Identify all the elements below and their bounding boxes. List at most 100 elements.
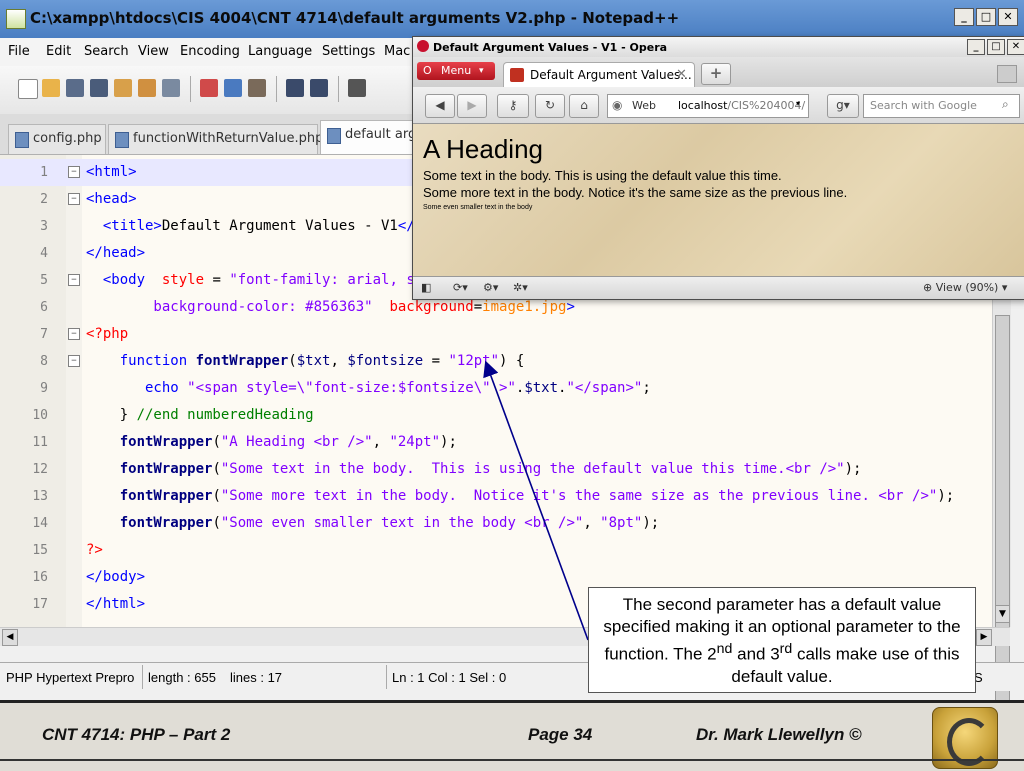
chevron-down-icon[interactable]: ▾ [796,99,800,108]
search-icon[interactable]: ⌕ [1002,97,1009,112]
callout-sup-1: nd [716,641,733,657]
new-tab-button[interactable]: + [701,63,731,85]
menu-file[interactable]: File [8,44,30,59]
code-token: Default Argument Values - V1 [161,218,398,234]
scroll-down-arrow[interactable]: ▼ [995,605,1010,623]
menu-view[interactable]: View [138,44,169,59]
code-token: ( [212,515,221,531]
page-heading: A Heading [423,134,543,164]
annotation-callout: The second parameter has a default value… [588,587,976,693]
back-icon[interactable]: ◀ [425,94,455,118]
fold-toggle-icon[interactable]: − [68,193,80,205]
fold-toggle-icon[interactable]: − [68,328,80,340]
key-icon[interactable]: ⚷ [497,94,529,118]
opera-menu-button[interactable]: O Menu ▾ [417,62,495,80]
status-separator [386,665,387,689]
menu-language[interactable]: Language [248,44,312,59]
cut-icon[interactable] [200,79,218,97]
fold-toggle-icon[interactable]: − [68,274,80,286]
code-text: <head> [86,186,137,213]
close-tab-icon[interactable]: ✕ [676,67,687,82]
scroll-right-arrow[interactable]: ▶ [976,629,992,646]
close-button[interactable]: ✕ [1007,39,1024,55]
tab-title: Default Argument Values... [530,68,692,82]
menu-encoding[interactable]: Encoding [180,44,240,59]
line-number: 2 [40,192,48,207]
maximize-button[interactable]: □ [976,8,996,26]
fold-toggle-icon[interactable]: − [68,166,80,178]
code-token: fontWrapper [86,488,213,504]
print-icon[interactable] [162,79,180,97]
tools-icon[interactable]: ⚙▾ [483,281,498,294]
open-file-icon[interactable] [42,79,60,97]
undo-icon[interactable] [286,79,304,97]
code-token: ?> [86,542,103,558]
paste-icon[interactable] [248,79,266,97]
line-number: 17 [32,597,48,612]
tab-default-arguments[interactable]: default arg [320,120,416,154]
page-content: A Heading Some text in the body. This is… [413,124,1024,276]
maximize-button[interactable]: □ [987,39,1005,55]
minimize-button[interactable]: _ [954,8,974,26]
footer-rule [0,759,1024,761]
code-token: style [153,272,205,288]
save-icon[interactable] [66,79,84,97]
opera-window-title: Default Argument Values - V1 - Opera [433,41,668,54]
code-token: <head> [86,191,137,207]
forward-icon[interactable]: ▶ [457,94,487,118]
close-file-icon[interactable] [114,79,132,97]
line-number: 4 [40,246,48,261]
copy-icon[interactable] [224,79,242,97]
code-token: = [204,272,230,288]
callout-sup-2: rd [779,641,793,657]
file-icon [115,132,129,148]
new-file-icon[interactable] [18,79,38,99]
address-field[interactable]: ◉ Web localhost/CIS%204004/ ▾ [607,94,809,118]
menu-settings[interactable]: Settings [322,44,375,59]
code-token: image1.jpg [482,299,567,315]
menu-macro[interactable]: Mac [384,44,410,59]
save-all-icon[interactable] [90,79,108,97]
find-icon[interactable] [348,79,366,97]
line-number: 14 [32,516,48,531]
code-token: <title> [86,218,162,234]
code-line: 7 − <?php [0,321,992,348]
tab-function-with-return-value[interactable]: functionWithReturnValue.php [108,124,323,154]
code-token: fontWrapper [86,515,213,531]
close-button[interactable]: ✕ [998,8,1018,26]
npp-title-bar[interactable]: C:\xampp\htdocs\CIS 4004\CNT 4714\defaul… [0,0,1024,38]
search-engine-icon[interactable]: g▾ [827,94,859,118]
toolbar-separator [276,76,277,102]
settings-icon[interactable]: ✲▾ [513,281,528,294]
turbo-icon[interactable]: ⟳▾ [453,281,468,294]
panel-toggle-icon[interactable]: ◧ [421,281,431,294]
callout-text-b: and 3 [732,644,780,664]
minimize-button[interactable]: _ [967,39,985,55]
menu-edit[interactable]: Edit [46,44,71,59]
fold-toggle-icon[interactable]: − [68,355,80,367]
redo-icon[interactable] [310,79,328,97]
code-token: "</span>" [566,380,643,396]
scroll-left-arrow[interactable]: ◀ [2,629,18,646]
slide-footer: CNT 4714: PHP – Part 2 Page 34 Dr. Mark … [0,700,1024,771]
code-token: </head> [86,245,146,261]
opera-active-tab[interactable]: Default Argument Values... ✕ [503,62,695,88]
opera-title-bar[interactable]: Default Argument Values - V1 - Opera _ □… [413,37,1024,57]
search-field[interactable]: Search with Google ⌕ [863,94,1020,118]
tab-menu-icon[interactable] [997,65,1017,83]
code-token: fontWrapper [86,434,213,450]
code-token: <body [86,272,154,288]
address-url: localhost/CIS%204004/ [678,99,805,112]
code-token: } [86,407,137,423]
zoom-control[interactable]: ⊕ View (90%) ▾ [923,281,1007,294]
home-icon[interactable]: ⌂ [569,94,599,118]
menu-search[interactable]: Search [84,44,129,59]
code-token: ); [440,434,457,450]
close-all-icon[interactable] [138,79,156,97]
tab-config-php[interactable]: config.php [8,124,106,154]
line-number: 7 [40,327,48,342]
scroll-thumb[interactable] [995,315,1010,717]
reload-icon[interactable]: ↻ [535,94,565,118]
page-line-1: Some text in the body. This is using the… [423,168,782,183]
code-token: "8pt" [600,515,643,531]
